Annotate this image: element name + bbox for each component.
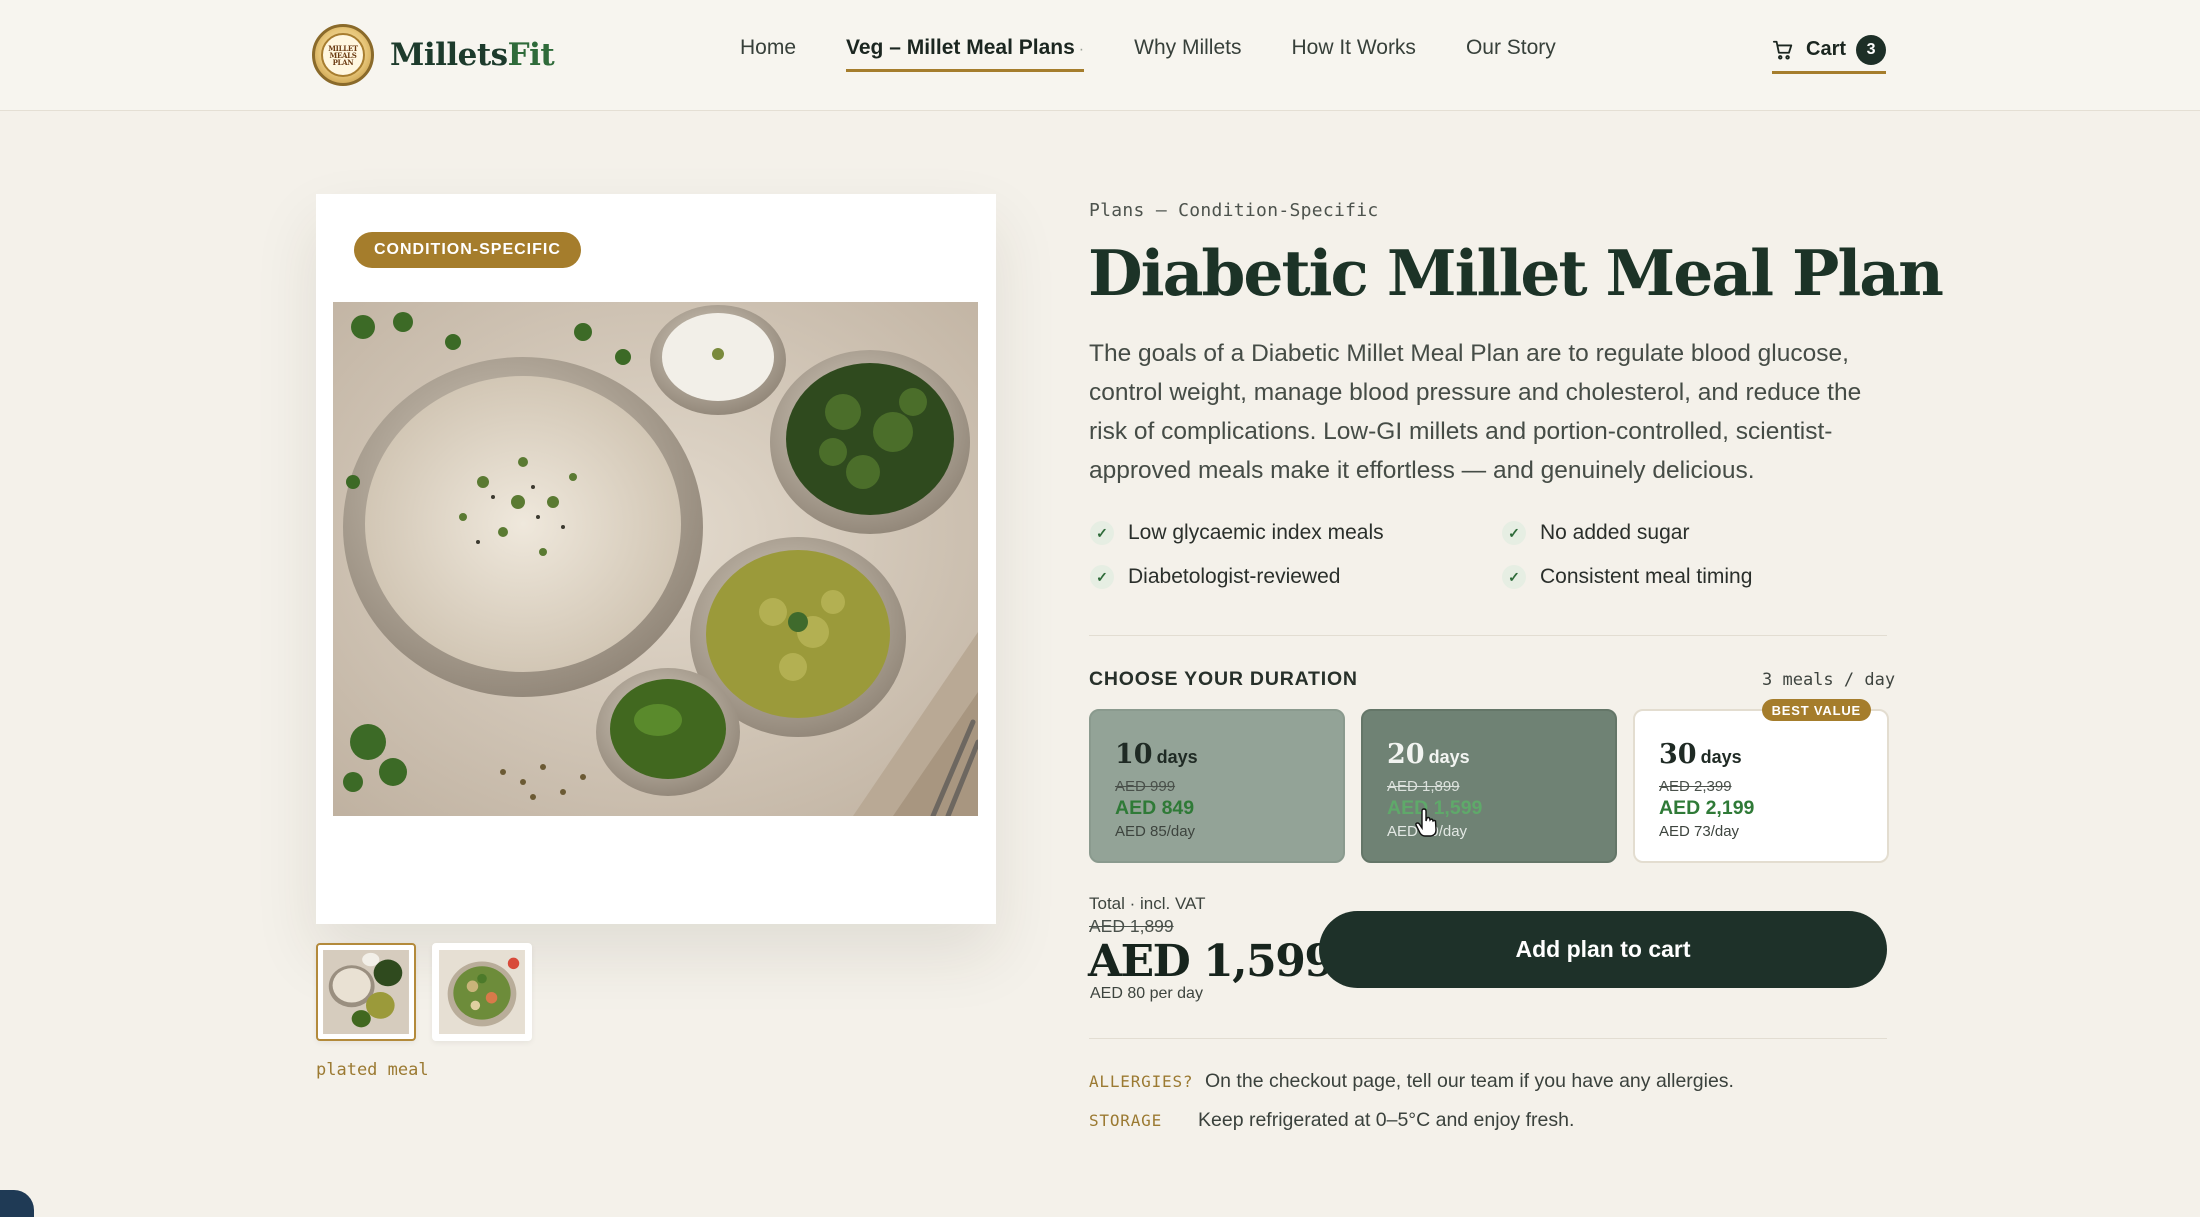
meal-photo-illustration xyxy=(333,302,978,816)
cart-count-badge: 3 xyxy=(1856,34,1887,65)
floating-widget-corner[interactable] xyxy=(0,1190,34,1217)
plan-original-price: AED 1,899 xyxy=(1387,778,1460,795)
thumbnail-strip xyxy=(316,943,532,1041)
dropdown-marker-icon: · xyxy=(1078,41,1085,58)
note-value: On the checkout page, tell our team if y… xyxy=(1205,1070,1734,1092)
thumbnail-salad-bowl-image xyxy=(439,950,525,1034)
product-description: The goals of a Diabetic Millet Meal Plan… xyxy=(1089,340,1862,484)
nav-item-home[interactable]: Home xyxy=(740,36,796,72)
note-key: STORAGE xyxy=(1089,1111,1163,1130)
plan-days-word: days xyxy=(1428,747,1470,767)
feature-item: ✓ Diabetologist-reviewed xyxy=(1090,565,1502,589)
logo-badge-text: MILLET MEALS PLAN xyxy=(321,33,365,77)
nav-item-meal-plans[interactable]: Veg – Millet Meal Plans · xyxy=(846,36,1085,72)
check-icon: ✓ xyxy=(1090,521,1114,545)
cart-label: Cart xyxy=(1806,38,1847,60)
plan-price: AED 849 xyxy=(1115,797,1195,819)
logo-wordmark-b: Fit xyxy=(507,37,555,73)
nav-item-label: Our Story xyxy=(1465,36,1556,59)
total-label: Total · incl. VAT xyxy=(1089,894,1206,913)
nav-item-label: How It Works xyxy=(1291,36,1416,59)
feature-item: ✓ No added sugar xyxy=(1502,521,1890,545)
feature-label: No added sugar xyxy=(1540,521,1690,544)
page-title: Diabetic Millet Meal Plan xyxy=(1088,236,1944,310)
logo-wordmark-a: Millets xyxy=(390,37,508,73)
image-caption: plated meal xyxy=(316,1060,429,1080)
plan-original-price: AED 999 xyxy=(1115,778,1176,795)
logo-emblem-icon: MILLET MEALS PLAN xyxy=(312,24,374,86)
duration-heading: CHOOSE YOUR DURATION xyxy=(1089,668,1358,690)
thumbnail-1[interactable] xyxy=(316,943,416,1041)
nav-item-our-story[interactable]: Our Story xyxy=(1466,36,1556,72)
duration-options: 10 days AED 999 AED 849 AED 85/day 20 days… xyxy=(1089,699,1889,863)
total-original-price: AED 1,899 xyxy=(1089,916,1174,936)
plan-option-20-days[interactable]: 20 days AED 1,899 AED 1,599 AED 80/day xyxy=(1361,709,1617,863)
plan-days-word: days xyxy=(1700,747,1742,767)
feature-label: Low glycaemic index meals xyxy=(1128,521,1384,544)
breadcrumb: Plans — Condition-Specific xyxy=(1089,200,1379,221)
product-gallery: CONDITION-SPECIFIC xyxy=(316,194,996,924)
site-logo[interactable]: MILLET MEALS PLAN MilletsFit xyxy=(312,23,555,87)
hand-cursor-icon xyxy=(1415,808,1437,837)
check-icon: ✓ xyxy=(1090,565,1114,589)
plan-days-number: 20 xyxy=(1387,739,1425,770)
storage-note: STORAGE Keep refrigerated at 0–5°C and e… xyxy=(1089,1109,1574,1132)
feature-item: ✓ Consistent meal timing xyxy=(1502,565,1890,589)
cart-icon xyxy=(1772,40,1793,60)
best-value-badge: BEST VALUE xyxy=(1761,699,1871,721)
note-key: ALLERGIES? xyxy=(1089,1072,1194,1091)
site-header: MILLET MEALS PLAN MilletsFit Home Veg – … xyxy=(0,0,2200,111)
main-nav: Home Veg – Millet Meal Plans · Why Millet… xyxy=(740,36,1556,76)
add-plan-to-cart-button[interactable]: Add plan to cart xyxy=(1319,911,1887,988)
logo-wordmark: MilletsFit xyxy=(390,37,555,73)
total-price: AED 1,599 xyxy=(1088,936,1335,987)
feature-label: Diabetologist-reviewed xyxy=(1128,565,1341,588)
plan-option-30-days[interactable]: BEST VALUE 30 days AED 2,399 AED 2,199 AE… xyxy=(1633,699,1889,863)
section-divider xyxy=(1089,635,1887,636)
plan-days-word: days xyxy=(1156,747,1198,767)
note-value: Keep refrigerated at 0–5°C and enjoy fre… xyxy=(1198,1109,1575,1131)
meals-per-day-note: 3 meals / day xyxy=(1762,670,1896,690)
check-icon: ✓ xyxy=(1502,565,1526,589)
plan-per-day-price: AED 85/day xyxy=(1115,823,1196,840)
nav-item-how-it-works[interactable]: How It Works xyxy=(1291,36,1415,72)
feature-list: ✓ Low glycaemic index meals ✓ No added sug… xyxy=(1090,521,1890,589)
plan-original-price: AED 2,399 xyxy=(1659,778,1732,795)
plan-days-number: 30 xyxy=(1659,739,1697,770)
plan-option-10-days[interactable]: 10 days AED 999 AED 849 AED 85/day xyxy=(1089,709,1345,863)
plan-days-number: 10 xyxy=(1115,739,1153,770)
check-icon: ✓ xyxy=(1502,521,1526,545)
thumbnail-2[interactable] xyxy=(432,943,532,1041)
nav-item-why-millets[interactable]: Why Millets xyxy=(1134,36,1241,72)
cart-link[interactable]: Cart 3 xyxy=(1772,34,1887,74)
plan-price: AED 2,199 xyxy=(1659,797,1755,819)
thumbnail-plated-meal-image xyxy=(323,950,409,1034)
allergies-note: ALLERGIES? On the checkout page, tell ou… xyxy=(1089,1070,1734,1093)
plan-per-day-price: AED 73/day xyxy=(1659,823,1740,840)
category-badge: CONDITION-SPECIFIC xyxy=(354,232,581,268)
section-divider xyxy=(1089,1038,1887,1039)
feature-item: ✓ Low glycaemic index meals xyxy=(1090,521,1502,545)
feature-label: Consistent meal timing xyxy=(1540,565,1753,588)
product-main-image[interactable] xyxy=(333,302,978,816)
nav-item-label: Home xyxy=(740,36,797,59)
nav-item-label: Why Millets xyxy=(1134,36,1242,59)
total-per-day: AED 80 per day xyxy=(1090,985,1203,1002)
nav-item-label: Veg – Millet Meal Plans xyxy=(846,36,1075,59)
